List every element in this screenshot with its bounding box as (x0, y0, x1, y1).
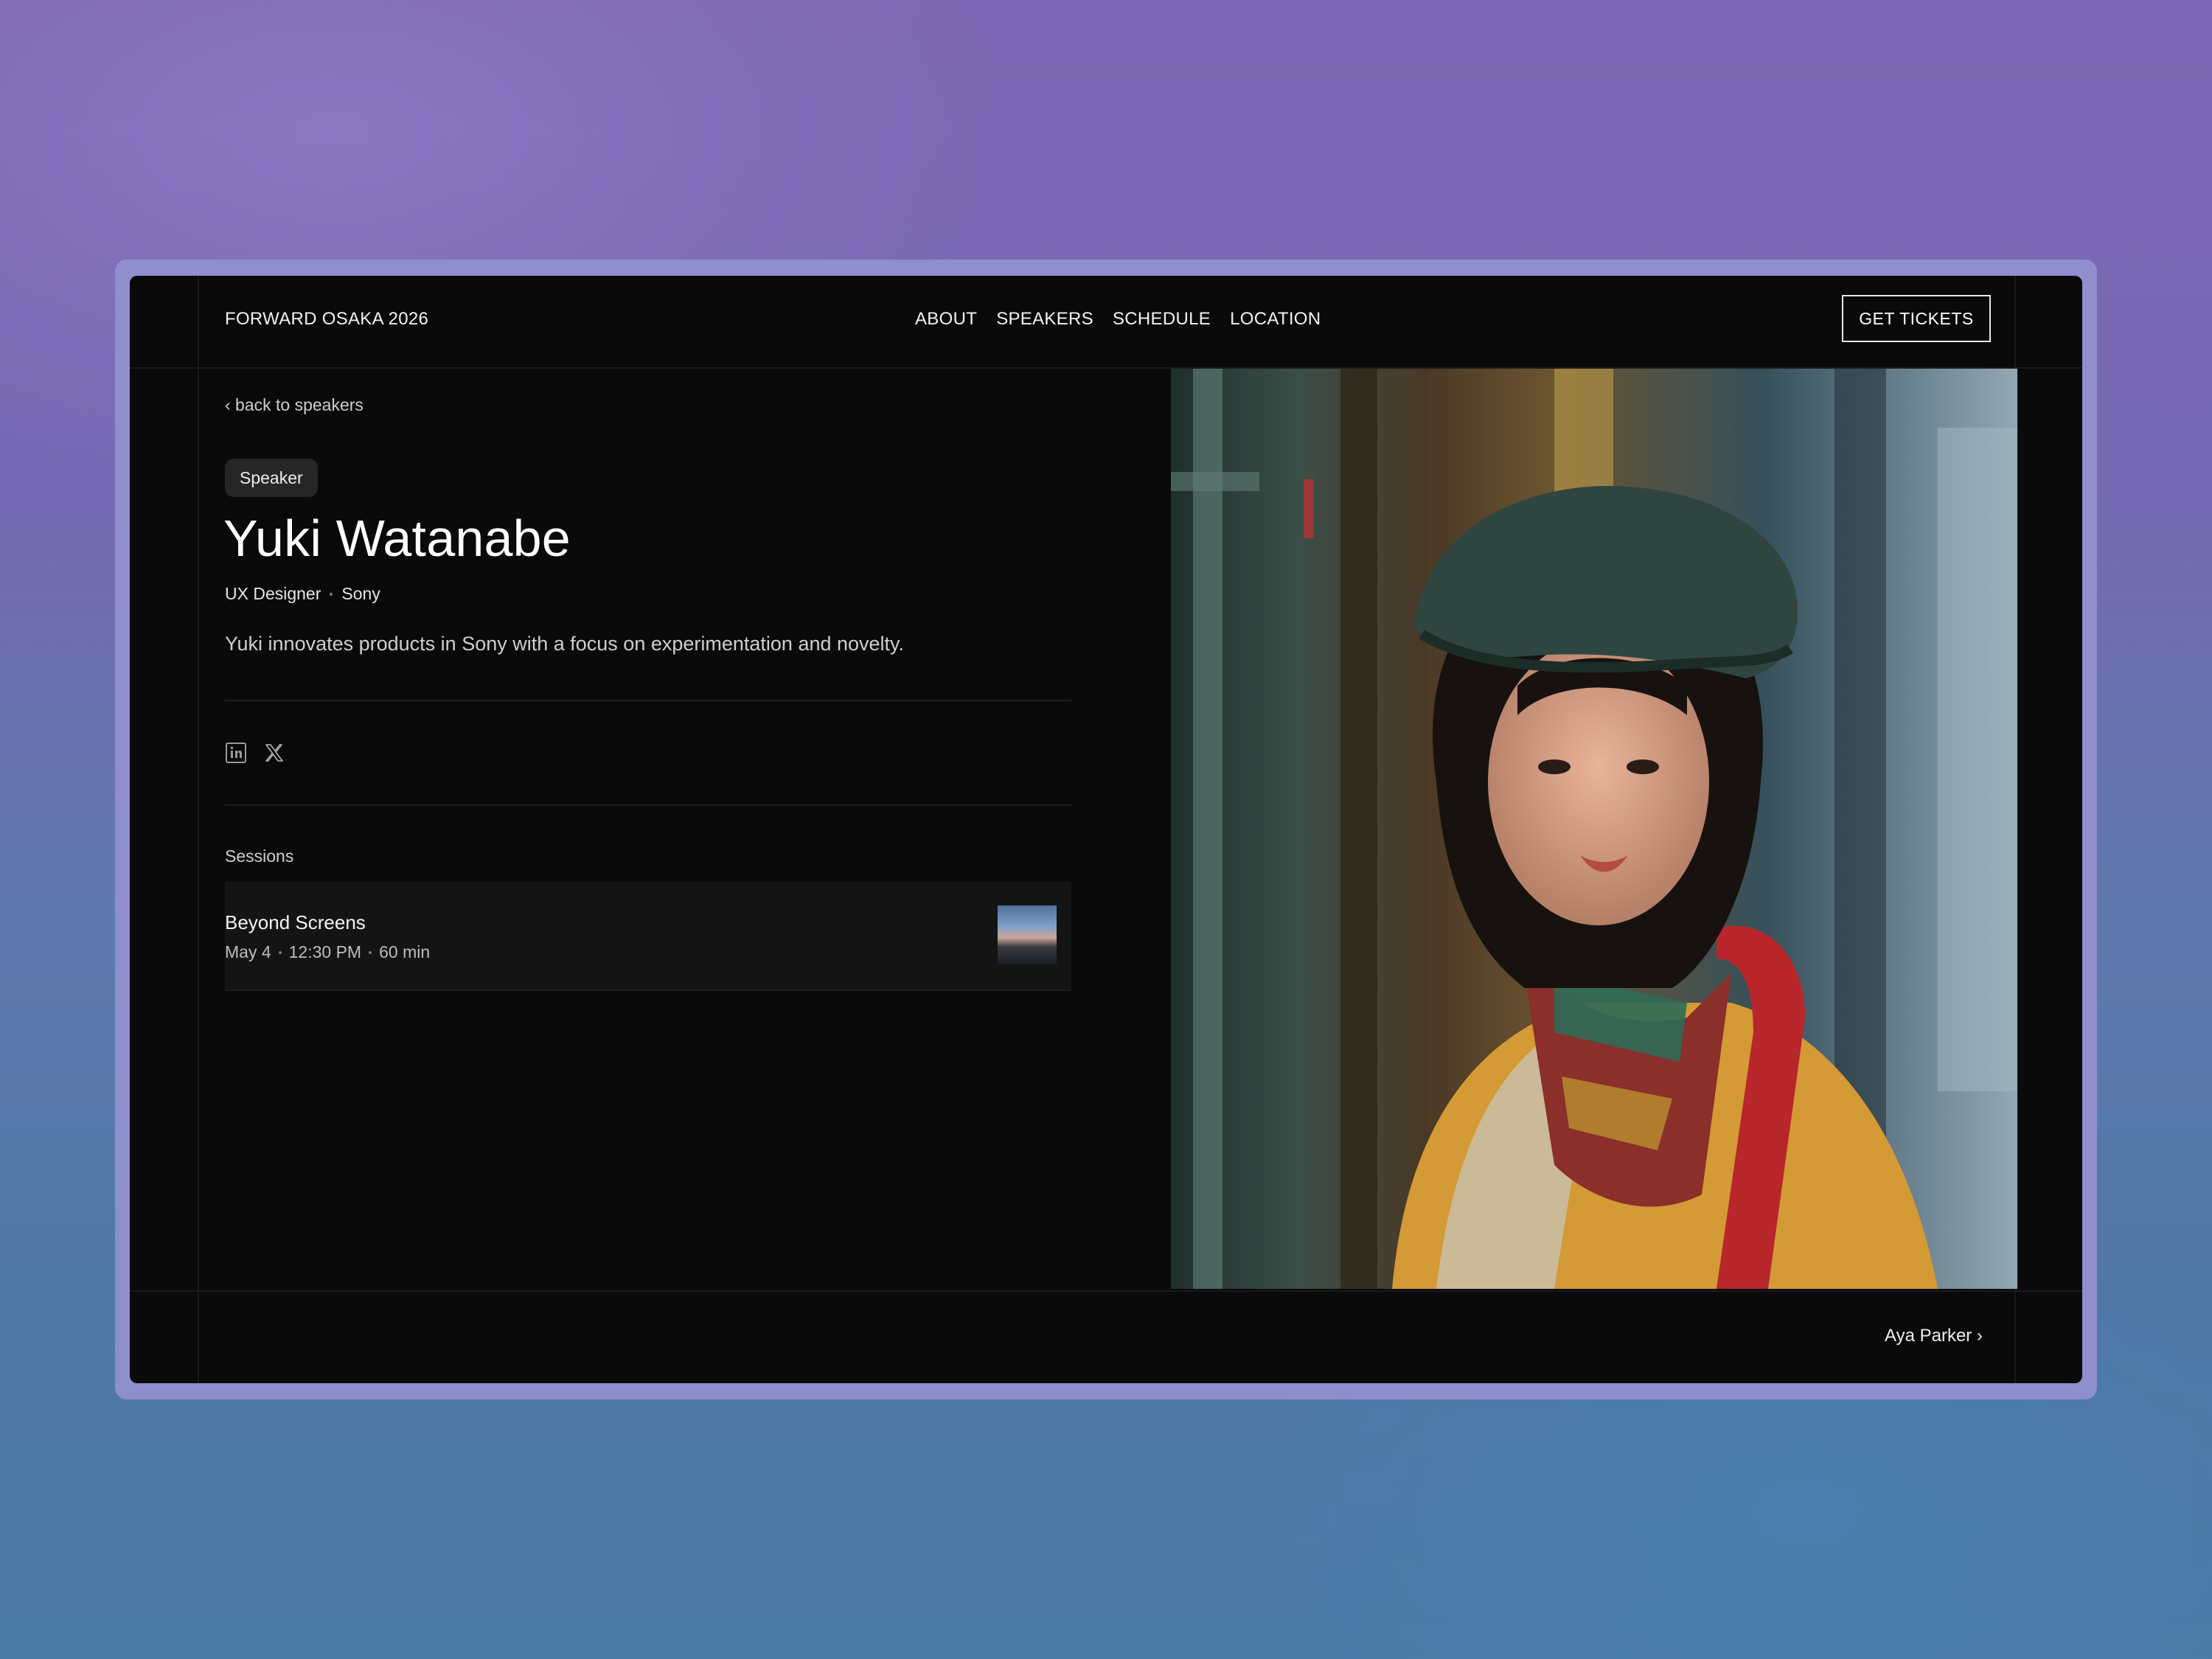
session-title: Beyond Screens (225, 911, 366, 933)
session-date: May 4 (225, 942, 271, 961)
session-time: 12:30 PM (288, 942, 362, 961)
speaker-badge: Speaker (225, 459, 318, 497)
separator-dot (369, 950, 372, 954)
session-thumbnail (998, 905, 1057, 964)
separator-dot (330, 592, 333, 596)
brand-logo[interactable]: FORWARD OSAKA 2026 (225, 309, 428, 330)
session-card[interactable]: Beyond Screens May 4 12:30 PM 60 min (225, 882, 1071, 991)
get-tickets-button[interactable]: GET TICKETS (1842, 295, 1991, 342)
separator-dot (278, 950, 282, 954)
sessions-heading: Sessions (225, 846, 294, 866)
nav-speakers[interactable]: SPEAKERS (996, 309, 1093, 330)
next-speaker-link[interactable]: Aya Parker › (1885, 1326, 1983, 1346)
grid-line-left (198, 276, 199, 1383)
speaker-page: FORWARD OSAKA 2026 ABOUT SPEAKERS SCHEDU… (130, 276, 2082, 1383)
nav-schedule[interactable]: SCHEDULE (1113, 309, 1211, 330)
social-links (225, 742, 285, 764)
speaker-name: Yuki Watanabe (223, 509, 571, 567)
session-duration: 60 min (379, 942, 431, 961)
speaker-portrait-illustration (1171, 369, 2017, 1289)
linkedin-icon[interactable] (225, 742, 247, 764)
main-nav: ABOUT SPEAKERS SCHEDULE LOCATION (915, 309, 1321, 330)
footer-divider (130, 1290, 2082, 1292)
session-meta: May 4 12:30 PM 60 min (225, 942, 430, 962)
speaker-company: Sony (341, 584, 380, 603)
speaker-photo (1171, 369, 2017, 1289)
divider (225, 804, 1071, 806)
nav-about[interactable]: ABOUT (915, 309, 977, 330)
speaker-bio: Yuki innovates products in Sony with a f… (225, 633, 905, 655)
divider (225, 700, 1071, 701)
back-to-speakers-link[interactable]: ‹ back to speakers (225, 395, 364, 415)
x-icon[interactable] (263, 742, 285, 764)
speaker-role: UX Designer (225, 584, 321, 603)
nav-location[interactable]: LOCATION (1230, 309, 1321, 330)
speaker-role-line: UX Designer Sony (225, 584, 380, 604)
